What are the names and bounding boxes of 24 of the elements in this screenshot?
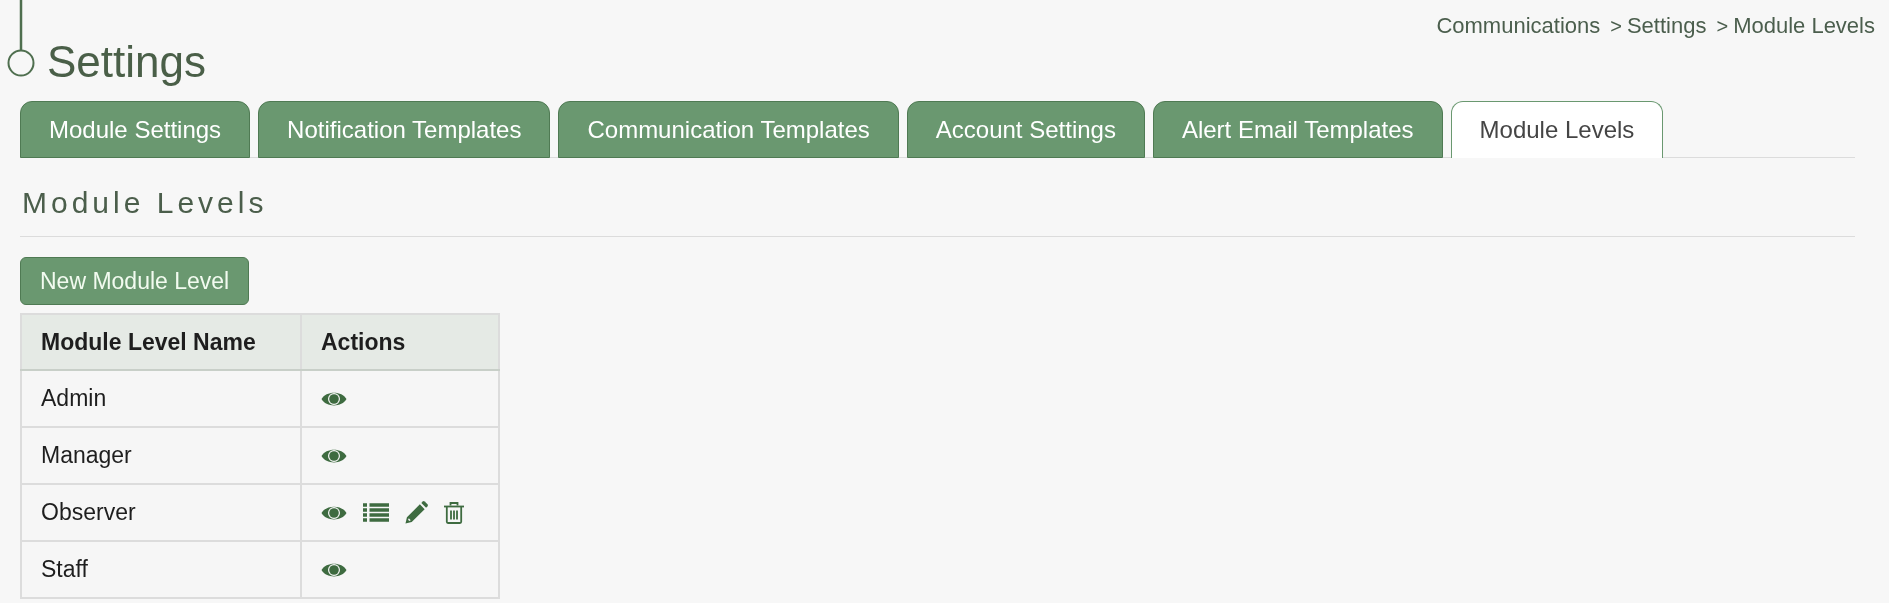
breadcrumb-link[interactable]: Communications [1436,15,1601,37]
column-header: Module Level Name [21,314,301,370]
tab[interactable]: Notification Templates [258,101,551,158]
breadcrumb-link[interactable]: Settings [1626,15,1707,37]
breadcrumb-separator: > [1610,16,1622,36]
tab[interactable]: Module Levels [1450,101,1664,158]
table-cell: Manager [21,427,301,484]
column-header: Actions [301,314,499,370]
tab[interactable]: Module Settings [20,101,251,158]
section-heading: Module Levels [22,188,268,218]
breadcrumb-link[interactable]: Module Levels [1733,15,1875,37]
pencil-icon[interactable] [405,501,428,524]
table-cell: Staff [21,541,301,598]
trash-icon[interactable] [444,501,464,524]
new-module-level-button[interactable]: New Module Level [20,257,250,305]
tab[interactable]: Account Settings [906,101,1145,158]
table-cell: Admin [21,370,301,427]
list-icon[interactable] [363,503,389,522]
circle-marker-icon [7,0,35,77]
page-title: Settings [47,40,206,84]
tab[interactable]: Alert Email Templates [1152,101,1443,158]
table-cell: Observer [21,484,301,541]
breadcrumb-separator: > [1716,16,1729,36]
tab[interactable]: Communication Templates [558,101,899,158]
